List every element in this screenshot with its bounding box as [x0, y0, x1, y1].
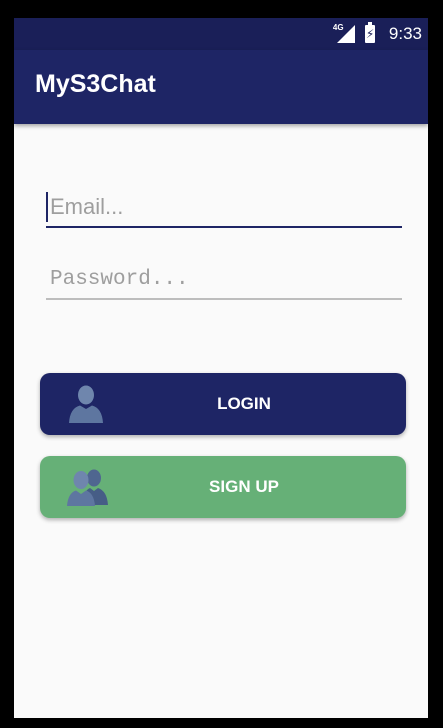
text-cursor — [46, 192, 48, 222]
app-screen: 4G ⚡ 9:33 MyS3Chat LOGIN SIGN UP — [14, 18, 428, 718]
status-clock: 9:33 — [388, 24, 422, 43]
status-icons: 4G ⚡ 9:33 — [333, 18, 422, 50]
login-button[interactable]: LOGIN — [40, 373, 406, 435]
app-title: MyS3Chat — [35, 70, 156, 98]
password-field[interactable] — [46, 260, 402, 300]
battery-charging-icon: ⚡ — [364, 22, 375, 43]
email-field[interactable] — [46, 188, 402, 228]
signup-button[interactable]: SIGN UP — [40, 456, 406, 518]
login-label: LOGIN — [217, 394, 271, 413]
status-bar: 4G ⚡ 9:33 — [14, 18, 428, 50]
signal-icon: 4G — [333, 23, 355, 43]
app-bar: MyS3Chat — [14, 50, 428, 124]
signup-label: SIGN UP — [209, 477, 279, 496]
